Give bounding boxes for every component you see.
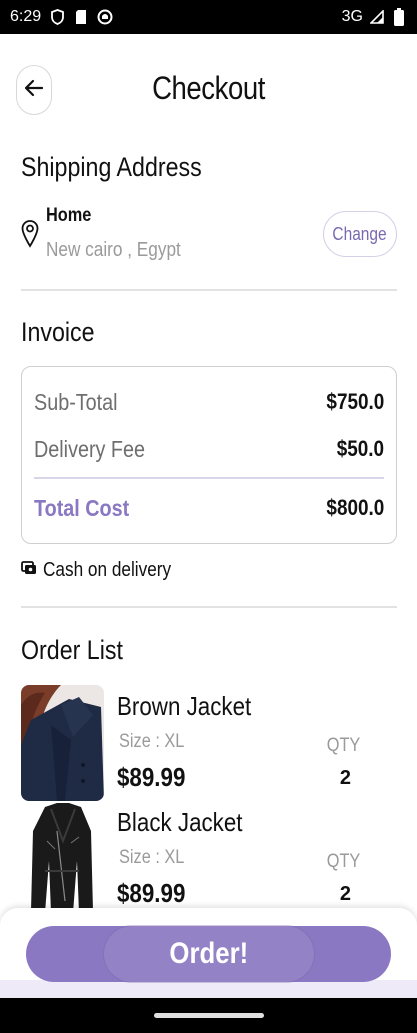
total-cost-label: Total Cost bbox=[34, 494, 130, 521]
delivery-fee-row: Delivery Fee $50.0 bbox=[34, 432, 384, 466]
page-title: Checkout bbox=[152, 70, 265, 106]
total-cost-value: $800.0 bbox=[326, 495, 384, 520]
order-item[interactable]: Brown Jacket Size : XL $89.99 QTY 2 bbox=[21, 685, 397, 801]
app-header: Checkout bbox=[0, 60, 417, 120]
product-price: $89.99 bbox=[117, 878, 186, 908]
notification-icon bbox=[97, 8, 113, 26]
network-type: 3G bbox=[341, 8, 363, 25]
divider bbox=[21, 289, 397, 291]
order-item[interactable]: Black Jacket Size : XL $89.99 QTY 2 bbox=[21, 801, 397, 917]
shipping-section-title: Shipping Address bbox=[21, 152, 202, 182]
divider bbox=[21, 606, 397, 608]
signal-icon bbox=[369, 8, 385, 26]
system-navigation-bar bbox=[0, 998, 417, 1033]
total-cost-row: Total Cost $800.0 bbox=[34, 491, 384, 525]
qty-value: 2 bbox=[339, 767, 351, 789]
product-size: Size : XL bbox=[119, 731, 185, 752]
sim-card-icon bbox=[73, 8, 89, 26]
order-list-section-title: Order List bbox=[21, 635, 123, 665]
qty-label: QTY bbox=[326, 735, 361, 756]
status-bar: 6:29 3G bbox=[0, 0, 417, 34]
order-button-label: Order! bbox=[169, 937, 248, 970]
invoice-separator bbox=[34, 477, 384, 479]
product-name: Brown Jacket bbox=[117, 691, 252, 721]
product-name: Black Jacket bbox=[117, 807, 243, 837]
product-image bbox=[21, 801, 104, 917]
invoice-card: Sub-Total $750.0 Delivery Fee $50.0 Tota… bbox=[21, 366, 397, 544]
product-price: $89.99 bbox=[117, 762, 186, 792]
shipping-address-row: Home New cairo , Egypt Change bbox=[21, 205, 397, 269]
shield-icon bbox=[49, 8, 65, 26]
invoice-section-title: Invoice bbox=[21, 317, 95, 347]
payment-method: Cash on delivery bbox=[21, 557, 192, 583]
order-button[interactable]: Order! bbox=[26, 926, 391, 982]
bottom-tint bbox=[0, 980, 417, 998]
subtotal-label: Sub-Total bbox=[34, 388, 118, 415]
change-address-button[interactable]: Change bbox=[323, 211, 397, 257]
address-name: Home bbox=[46, 205, 92, 226]
change-address-label: Change bbox=[332, 223, 388, 244]
qty-value: 2 bbox=[339, 883, 351, 905]
subtotal-value: $750.0 bbox=[326, 389, 384, 414]
delivery-fee-value: $50.0 bbox=[336, 436, 384, 461]
delivery-fee-label: Delivery Fee bbox=[34, 435, 146, 462]
product-size: Size : XL bbox=[119, 847, 185, 868]
status-time: 6:29 bbox=[10, 8, 42, 25]
address-line: New cairo , Egypt bbox=[46, 239, 181, 261]
location-pin-icon bbox=[21, 219, 39, 254]
home-gesture-handle[interactable] bbox=[154, 1013, 264, 1018]
qty-label: QTY bbox=[326, 851, 361, 872]
subtotal-row: Sub-Total $750.0 bbox=[34, 385, 384, 419]
payment-method-label: Cash on delivery bbox=[43, 558, 172, 581]
battery-icon bbox=[391, 8, 407, 26]
product-image bbox=[21, 685, 104, 801]
cash-icon bbox=[21, 560, 37, 581]
